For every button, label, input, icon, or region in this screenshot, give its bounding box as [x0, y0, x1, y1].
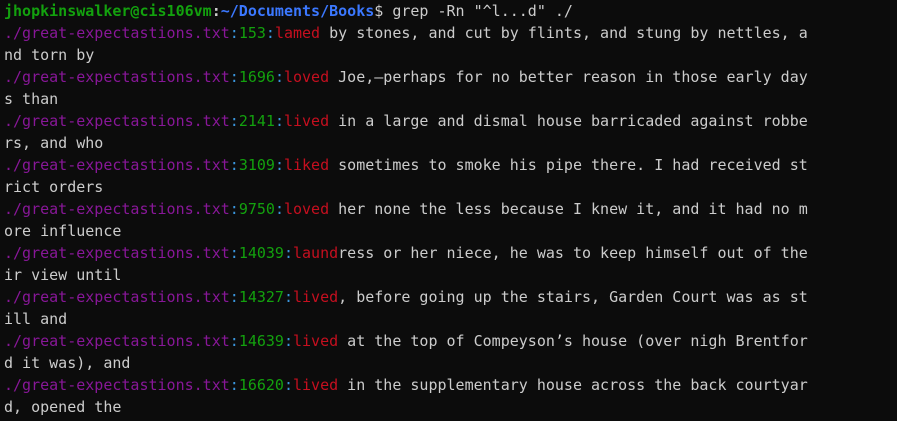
result-continuation: ir view until: [4, 264, 897, 286]
result-line: ./great-expectastions.txt:153:lamed by s…: [4, 22, 897, 44]
result-text: , before going up the stairs, Garden Cou…: [338, 288, 808, 306]
result-text-wrap: ir view until: [4, 266, 122, 284]
result-line: ./great-expectastions.txt:14639:lived at…: [4, 330, 897, 352]
result-filename: ./great-expectastions.txt: [4, 200, 230, 218]
result-colon: :: [229, 156, 239, 174]
result-line-number: 3109: [238, 156, 275, 174]
result-colon: :: [274, 112, 284, 130]
result-filename: ./great-expectastions.txt: [4, 68, 230, 86]
result-continuation: s than: [4, 88, 897, 110]
result-colon: :: [274, 200, 284, 218]
result-line-number: 14039: [238, 244, 284, 262]
result-colon: :: [229, 376, 239, 394]
result-match: loved: [283, 200, 330, 218]
result-text-wrap: rs, and who: [4, 134, 104, 152]
result-text: Joe,—perhaps for no better reason in tho…: [329, 68, 808, 86]
result-colon: :: [229, 332, 239, 350]
result-colon: :: [283, 288, 293, 306]
result-text: at the top of Compeyson’s house (over ni…: [338, 332, 808, 350]
result-text: her none the less because I knew it, and…: [329, 200, 808, 218]
result-match: loved: [283, 68, 330, 86]
result-colon: :: [229, 68, 239, 86]
result-text: in the supplementary house across the ba…: [338, 376, 808, 394]
result-continuation: d it was), and: [4, 352, 897, 374]
result-text-wrap: ore influence: [4, 222, 122, 240]
result-line: ./great-expectastions.txt:1696:loved Joe…: [4, 66, 897, 88]
result-line: ./great-expectastions.txt:14039:laundres…: [4, 242, 897, 264]
result-line-number: 14327: [238, 288, 284, 306]
result-text: by stones, and cut by flints, and stung …: [320, 24, 808, 42]
result-line-number: 9750: [238, 200, 275, 218]
result-filename: ./great-expectastions.txt: [4, 332, 230, 350]
result-line: ./great-expectastions.txt:2141:lived in …: [4, 110, 897, 132]
result-colon: :: [283, 332, 293, 350]
result-text: in a large and dismal house barricaded a…: [329, 112, 808, 130]
result-continuation: rict orders: [4, 176, 897, 198]
result-continuation: rs, and who: [4, 132, 897, 154]
result-text-wrap: nd torn by: [4, 46, 95, 64]
prompt-path: ~/Documents/Books: [220, 2, 375, 20]
result-colon: :: [229, 24, 239, 42]
result-colon: :: [274, 156, 284, 174]
result-continuation: nd torn by: [4, 44, 897, 66]
result-colon: :: [229, 244, 239, 262]
result-text: sometimes to smoke his pipe there. I had…: [329, 156, 808, 174]
prompt-user-host: jhopkinswalker@cis106vm: [4, 2, 212, 20]
result-filename: ./great-expectastions.txt: [4, 112, 230, 130]
result-colon: :: [229, 288, 239, 306]
result-continuation: d, opened the: [4, 396, 897, 418]
result-filename: ./great-expectastions.txt: [4, 24, 230, 42]
result-continuation: ore influence: [4, 220, 897, 242]
result-colon: :: [283, 376, 293, 394]
result-match: lived: [293, 376, 339, 394]
result-line: ./great-expectastions.txt:9750:loved her…: [4, 198, 897, 220]
result-line: ./great-expectastions.txt:3109:liked som…: [4, 154, 897, 176]
result-text-wrap: d, opened the: [4, 398, 122, 416]
result-colon: :: [229, 112, 239, 130]
result-colon: :: [274, 68, 284, 86]
result-line-number: 2141: [238, 112, 275, 130]
result-filename: ./great-expectastions.txt: [4, 244, 230, 262]
result-filename: ./great-expectastions.txt: [4, 156, 230, 174]
result-line-number: 1696: [238, 68, 275, 86]
result-match: lamed: [274, 24, 321, 42]
result-text-wrap: rict orders: [4, 178, 104, 196]
result-colon: :: [229, 200, 239, 218]
result-continuation: ill and: [4, 308, 897, 330]
result-filename: ./great-expectastions.txt: [4, 376, 230, 394]
command-text: grep -Rn "^l...d" ./: [383, 2, 573, 20]
result-line-number: 153: [238, 24, 266, 42]
prompt-separator: :: [211, 2, 221, 20]
result-line-number: 16620: [238, 376, 284, 394]
terminal-window[interactable]: jhopkinswalker@cis106vm:~/Documents/Book…: [0, 0, 897, 421]
result-line: ./great-expectastions.txt:14327:lived, b…: [4, 286, 897, 308]
result-line-number: 14639: [238, 332, 284, 350]
result-match: liked: [283, 156, 330, 174]
result-colon: :: [283, 244, 293, 262]
result-colon: :: [265, 24, 275, 42]
result-match: lived: [293, 288, 339, 306]
result-match: lived: [283, 112, 330, 130]
result-filename: ./great-expectastions.txt: [4, 288, 230, 306]
result-text-wrap: d it was), and: [4, 354, 131, 372]
result-match: laund: [293, 244, 339, 262]
prompt-dollar: $: [374, 2, 384, 20]
result-text: ress or her niece, he was to keep himsel…: [338, 244, 808, 262]
result-text-wrap: s than: [4, 90, 59, 108]
result-match: lived: [293, 332, 339, 350]
prompt-line: jhopkinswalker@cis106vm:~/Documents/Book…: [4, 0, 897, 22]
result-line: ./great-expectastions.txt:16620:lived in…: [4, 374, 897, 396]
result-text-wrap: ill and: [4, 310, 68, 328]
